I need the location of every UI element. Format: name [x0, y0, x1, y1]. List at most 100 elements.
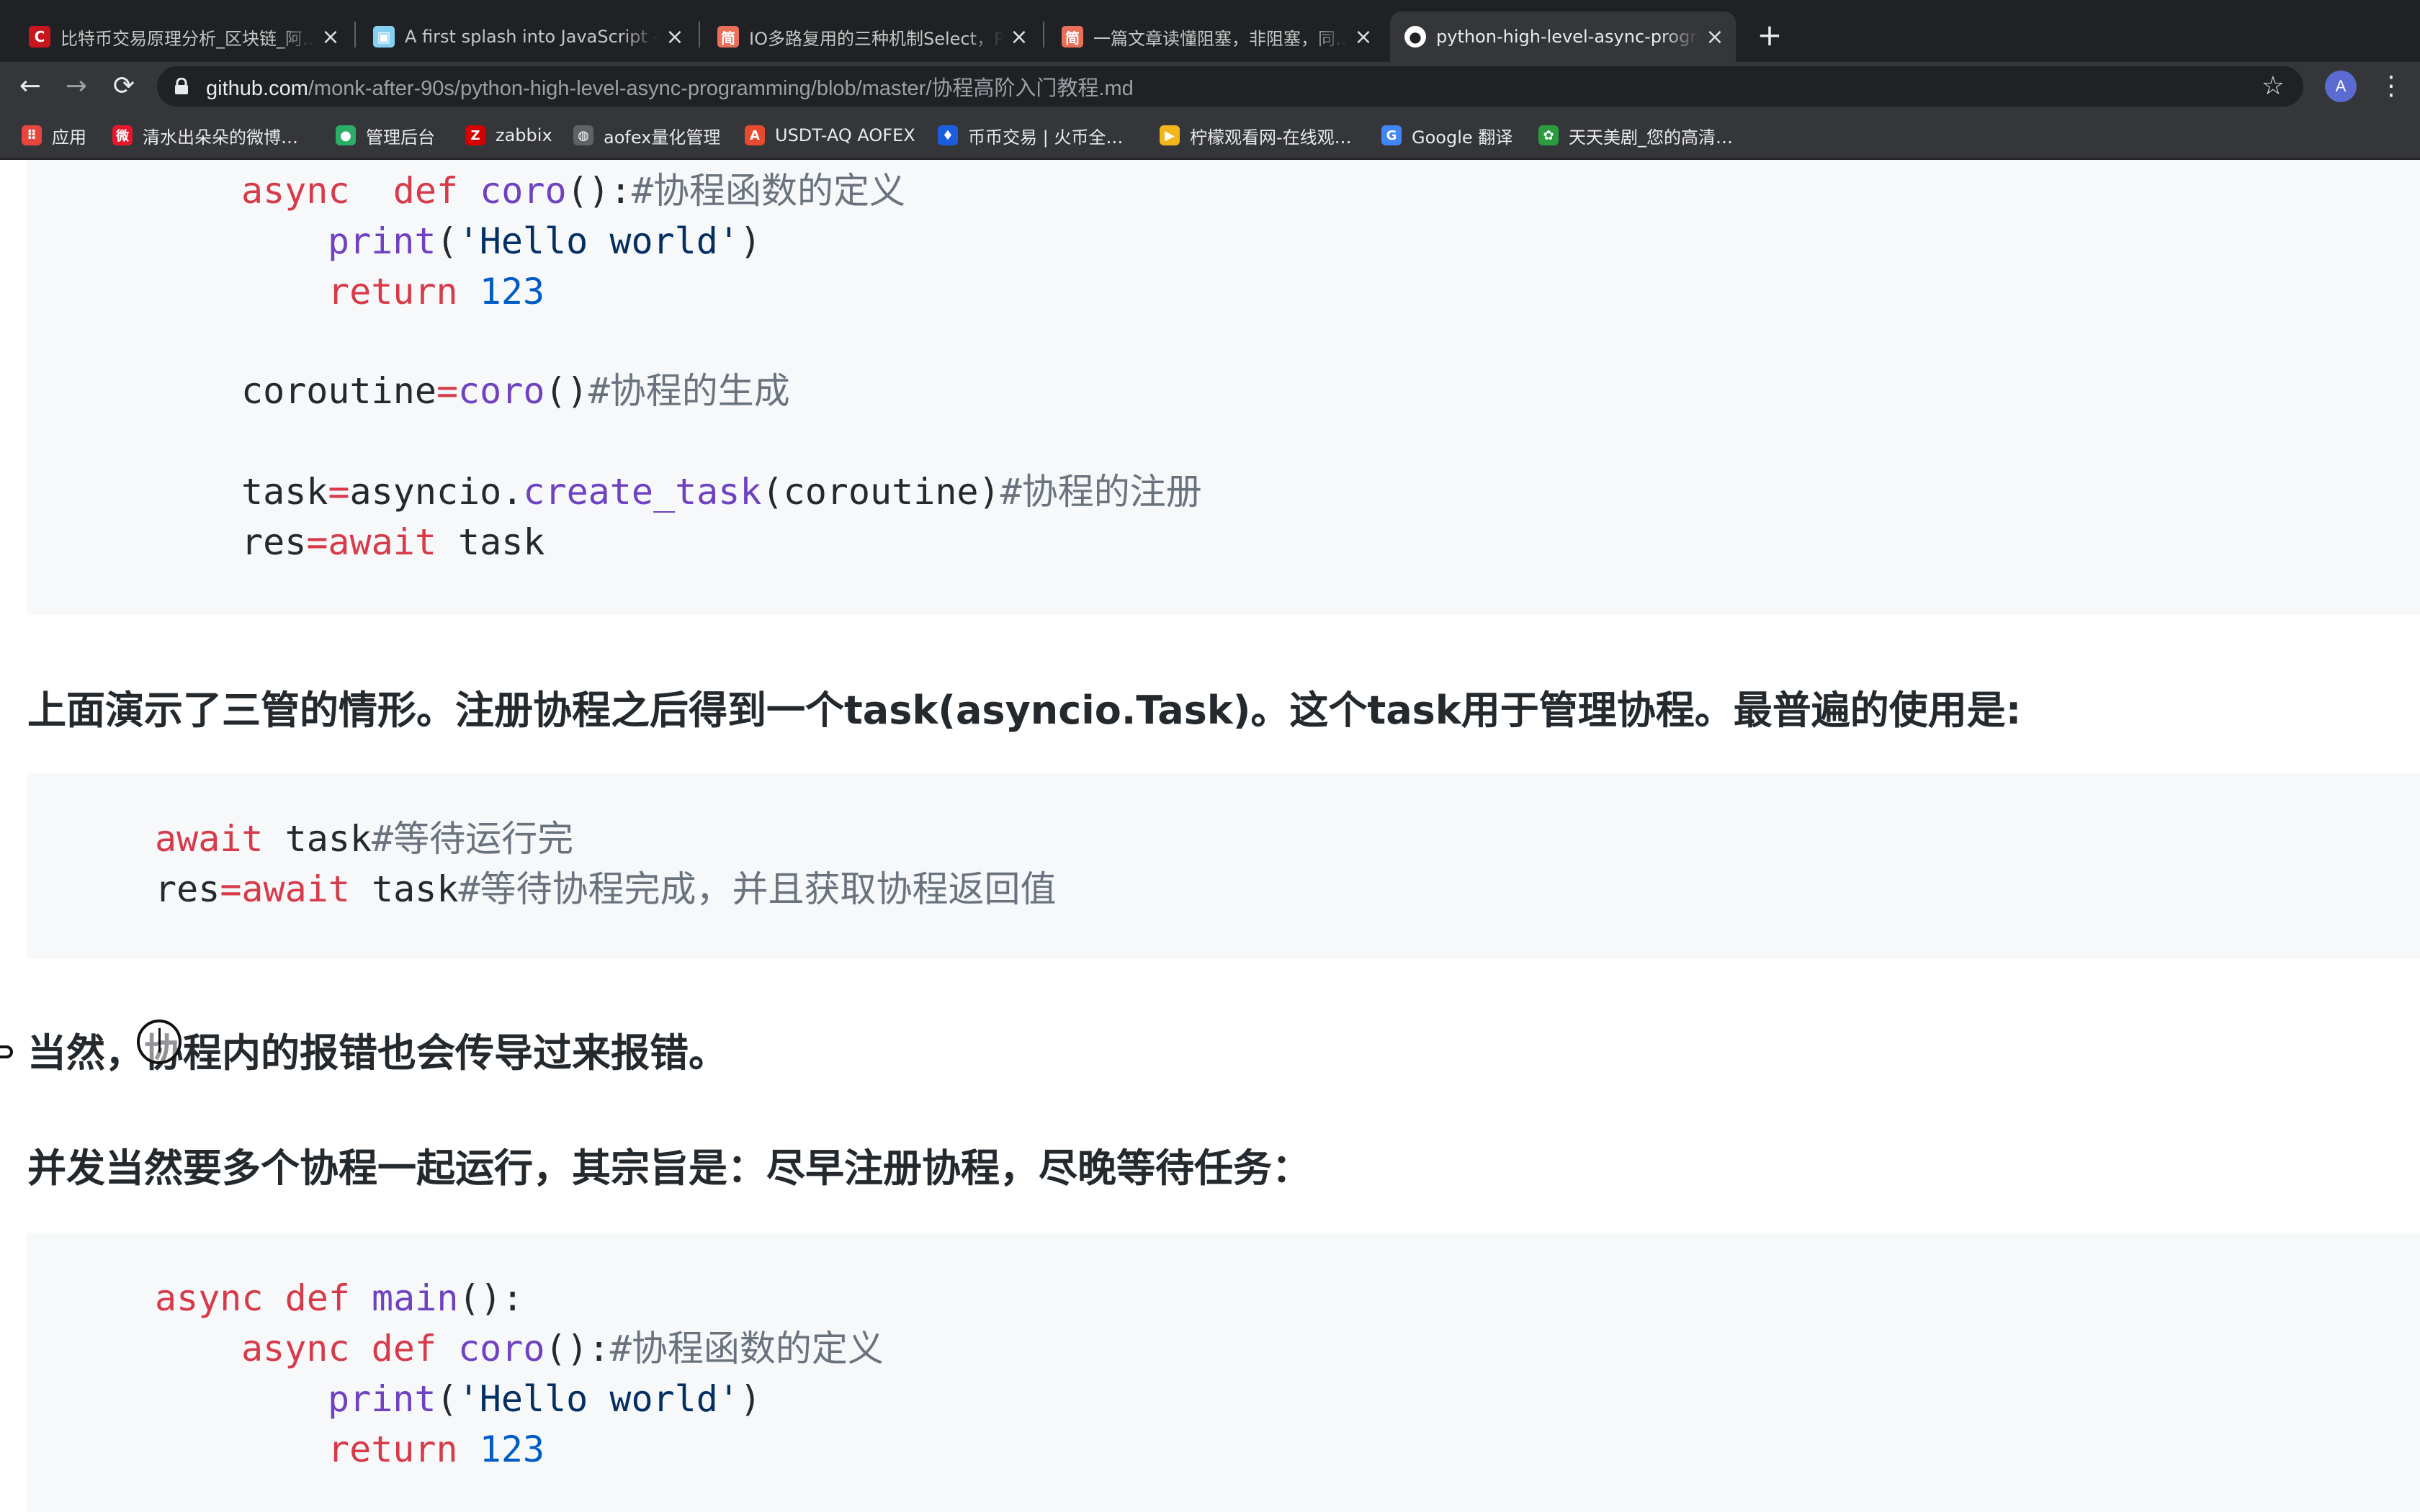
- code-token: res: [241, 521, 307, 563]
- code-token: ): [739, 220, 762, 262]
- bookmark-item[interactable]: ⠿ 应用: [22, 121, 86, 150]
- video-icon: ▶: [1160, 125, 1180, 145]
- code-token: def: [284, 1277, 350, 1319]
- code-line: async def main():: [155, 1273, 524, 1323]
- code-token: print: [328, 1378, 436, 1420]
- tab-close-icon[interactable]: ×: [1008, 24, 1030, 50]
- bookmark-label: 柠檬观看网-在线观…: [1190, 127, 1352, 148]
- globe-icon: ◍: [573, 125, 593, 145]
- code-token: task: [263, 818, 372, 860]
- anchor-link-icon[interactable]: [0, 1045, 13, 1058]
- bookmark-item[interactable]: ✿ 天天美剧_您的高清…: [1538, 121, 1733, 150]
- bookmark-label: USDT-AQ AOFEX: [775, 125, 915, 145]
- code-line: res=await task#等待协程完成，并且获取协程返回值: [155, 864, 1057, 914]
- code-token: async: [155, 1277, 264, 1319]
- code-token: coro: [458, 1328, 545, 1369]
- code-token: =: [306, 521, 328, 563]
- code-token: async: [241, 1328, 350, 1369]
- bookmark-star-icon[interactable]: ☆: [2262, 71, 2285, 102]
- code-token: =: [328, 471, 350, 513]
- code-token: (: [436, 1378, 458, 1420]
- bookmark-item[interactable]: Zzabbix: [465, 121, 552, 150]
- bookmark-item[interactable]: ▶ 柠檬观看网-在线观…: [1160, 121, 1352, 150]
- code-token: async: [241, 170, 350, 212]
- code-token: print: [328, 220, 436, 262]
- url-path: /monk-after-90s/python-high-level-async-…: [308, 77, 1134, 100]
- doc-heading-2: 当然，协程内的报错也会传导过来报错。: [27, 1030, 727, 1076]
- bookmark-label: 币币交易 | 火币全…: [968, 127, 1124, 148]
- bookmark-item[interactable]: 微清水出朵朵的微博…: [112, 121, 298, 150]
- tab-title: A first splash into JavaScript - Le…: [405, 27, 660, 47]
- huobi-icon: ♦: [938, 125, 958, 145]
- browser-menu-icon[interactable]: ⋮: [2377, 68, 2406, 105]
- code-line: await task#等待运行完: [155, 814, 573, 864]
- code-token: await: [328, 521, 436, 563]
- github-icon: ●: [1404, 26, 1426, 48]
- bookmark-item[interactable]: A USDT-AQ AOFEX: [745, 121, 915, 150]
- new-tab-button[interactable]: +: [1752, 17, 1788, 53]
- code-token: await: [155, 818, 264, 860]
- code-token: (: [436, 220, 458, 262]
- zabbix-icon: Z: [465, 125, 485, 145]
- csdn-icon: C: [29, 26, 50, 48]
- profile-avatar[interactable]: A: [2325, 71, 2357, 102]
- code-line: return 123: [328, 1424, 544, 1475]
- code-token: (): [544, 370, 588, 412]
- code-line: print('Hello world'): [328, 216, 761, 266]
- code-token: task: [241, 471, 328, 513]
- code-token: return: [328, 1428, 458, 1470]
- bookmark-item[interactable]: ● 管理后台: [336, 121, 435, 150]
- browser-tab-1[interactable]: C 比特币交易原理分析_区块链_阿… ×: [14, 12, 351, 62]
- bookmark-label: 应用: [52, 127, 86, 148]
- bookmark-label: Google 翻译: [1412, 127, 1513, 148]
- code-token: def: [371, 1328, 436, 1369]
- doc-heading-3: 并发当然要多个协程一起运行，其宗旨是：尽早注册协程，尽晚等待任务：: [27, 1146, 1311, 1191]
- jianshu-icon: 简: [717, 26, 739, 48]
- code-token: 123: [479, 1428, 545, 1470]
- forward-icon[interactable]: →: [58, 68, 95, 105]
- code-token: #协程的注册: [1000, 471, 1202, 513]
- tab-close-icon[interactable]: ×: [1704, 24, 1726, 50]
- back-icon[interactable]: ←: [12, 68, 49, 105]
- code-token: task: [436, 521, 545, 563]
- google-translate-icon: G: [1381, 125, 1402, 145]
- bookmark-label: zabbix: [496, 125, 552, 145]
- browser-tab-5[interactable]: ● python-high-level-async-progra… ×: [1390, 12, 1736, 62]
- tab-title: 比特币交易原理分析_区块链_阿…: [60, 28, 315, 49]
- code-token: coro: [458, 370, 545, 412]
- doc-heading-1: 上面演示了三管的情形。注册协程之后得到一个task(asyncio.Task)。…: [27, 688, 2022, 733]
- browser-tab-2[interactable]: ▣ A first splash into JavaScript - Le…×: [359, 12, 696, 62]
- url-host: github.com: [206, 77, 308, 100]
- code-line: res=await task: [241, 517, 544, 567]
- browser-tab-4[interactable]: 简一篇文章读懂阻塞，非阻塞，同… ×: [1047, 12, 1384, 62]
- code-token: ): [739, 1378, 762, 1420]
- tab-title: IO多路复用的三种机制Select，P…: [749, 28, 1004, 49]
- bookmark-item[interactable]: ◍ aofex量化管理: [573, 121, 720, 150]
- browser-toolbar: ← → ⟳ github.com/monk-after-90s/python-h…: [0, 62, 2420, 111]
- code-token: =: [220, 868, 242, 910]
- tab-close-icon[interactable]: ×: [664, 24, 686, 50]
- code-token: return: [328, 271, 458, 312]
- code-block-1: async def coro():#协程函数的定义 print('Hello wo…: [27, 160, 2420, 615]
- tab-close-icon[interactable]: ×: [1353, 24, 1374, 50]
- address-bar[interactable]: github.com/monk-after-90s/python-high-le…: [157, 66, 2303, 107]
- code-line: async def coro():#协程函数的定义: [241, 1323, 884, 1374]
- ttmj-icon: ✿: [1538, 125, 1559, 145]
- tab-close-icon[interactable]: ×: [320, 24, 341, 50]
- bookmark-item[interactable]: ♦ 币币交易 | 火币全…: [938, 121, 1123, 150]
- browser-tab-3[interactable]: 简 IO多路复用的三种机制Select，P… ×: [703, 12, 1040, 62]
- tab-title: 一篇文章读懂阻塞，非阻塞，同…: [1093, 28, 1348, 49]
- code-token: 'Hello world': [457, 220, 740, 262]
- url-text[interactable]: github.com/monk-after-90s/python-high-le…: [206, 71, 1134, 102]
- jianshu-icon: 简: [1062, 26, 1083, 48]
- reload-icon[interactable]: ⟳: [105, 68, 143, 105]
- aofex-icon: A: [745, 125, 765, 145]
- bookmark-item[interactable]: G Google 翻译: [1381, 121, 1512, 150]
